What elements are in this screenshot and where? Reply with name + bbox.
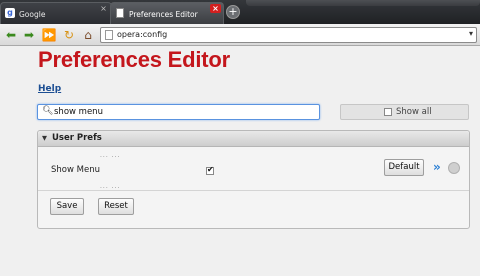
search-icon: 🔍︎ bbox=[42, 106, 54, 116]
help-link[interactable]: Help bbox=[38, 84, 61, 94]
user-prefs-section: ▼ User Prefs ... ... Show Menu ✔ Default… bbox=[37, 130, 470, 229]
section-footer: Save Reset bbox=[38, 190, 469, 229]
home-icon[interactable]: ⌂ bbox=[80, 27, 96, 43]
collapse-arrow-icon[interactable]: ▼ bbox=[42, 134, 47, 142]
page-icon bbox=[105, 30, 113, 40]
address-text[interactable]: opera:config bbox=[117, 30, 167, 39]
back-arrow-icon[interactable]: ⬅ bbox=[3, 27, 19, 43]
tab-google[interactable]: g Google × bbox=[0, 2, 112, 24]
search-input[interactable]: 🔍︎ show menu bbox=[37, 104, 320, 120]
show-all-label: Show all bbox=[396, 107, 432, 117]
document-icon bbox=[116, 8, 124, 18]
section-header[interactable]: ▼ User Prefs bbox=[38, 131, 469, 147]
preference-name: Show Menu bbox=[51, 165, 100, 175]
section-title: User Prefs bbox=[52, 133, 102, 143]
forward-arrow-icon[interactable]: ➡ bbox=[21, 27, 37, 43]
save-button[interactable]: Save bbox=[50, 198, 84, 215]
double-chevron-icon[interactable]: » bbox=[433, 160, 441, 174]
show-all-toggle[interactable]: Show all bbox=[340, 104, 469, 120]
address-bar[interactable]: opera:config ▾ bbox=[100, 27, 477, 43]
reset-button[interactable]: Reset bbox=[98, 198, 134, 215]
tab-label: Google bbox=[19, 10, 46, 19]
chevron-down-icon[interactable]: ▾ bbox=[469, 29, 473, 38]
tab-strip-edge bbox=[246, 0, 480, 6]
show-menu-checkbox[interactable]: ✔ bbox=[206, 165, 214, 175]
circle-icon[interactable] bbox=[448, 162, 460, 174]
tab-bar: g Google × Preferences Editor × + bbox=[0, 0, 480, 24]
dots-separator: ... ... bbox=[100, 152, 121, 159]
navigation-toolbar: ⬅ ➡ ⏩ ↻ ⌂ opera:config ▾ bbox=[0, 24, 480, 46]
google-favicon-icon: g bbox=[5, 8, 15, 18]
fast-forward-icon[interactable]: ⏩ bbox=[41, 27, 57, 43]
page-title: Preferences Editor bbox=[38, 47, 231, 72]
new-tab-button[interactable]: + bbox=[226, 5, 240, 19]
reload-icon[interactable]: ↻ bbox=[61, 27, 77, 43]
tab-label: Preferences Editor bbox=[129, 10, 198, 19]
show-all-checkbox[interactable] bbox=[384, 108, 392, 116]
tab-preferences-editor[interactable]: Preferences Editor × bbox=[110, 2, 224, 24]
default-button[interactable]: Default bbox=[384, 159, 424, 176]
close-tab-icon[interactable]: × bbox=[210, 4, 221, 13]
close-tab-icon[interactable]: × bbox=[98, 4, 109, 13]
dots-separator: ... ... bbox=[100, 183, 121, 190]
checkmark-icon: ✔ bbox=[207, 165, 214, 174]
search-input-value[interactable]: show menu bbox=[54, 107, 103, 117]
